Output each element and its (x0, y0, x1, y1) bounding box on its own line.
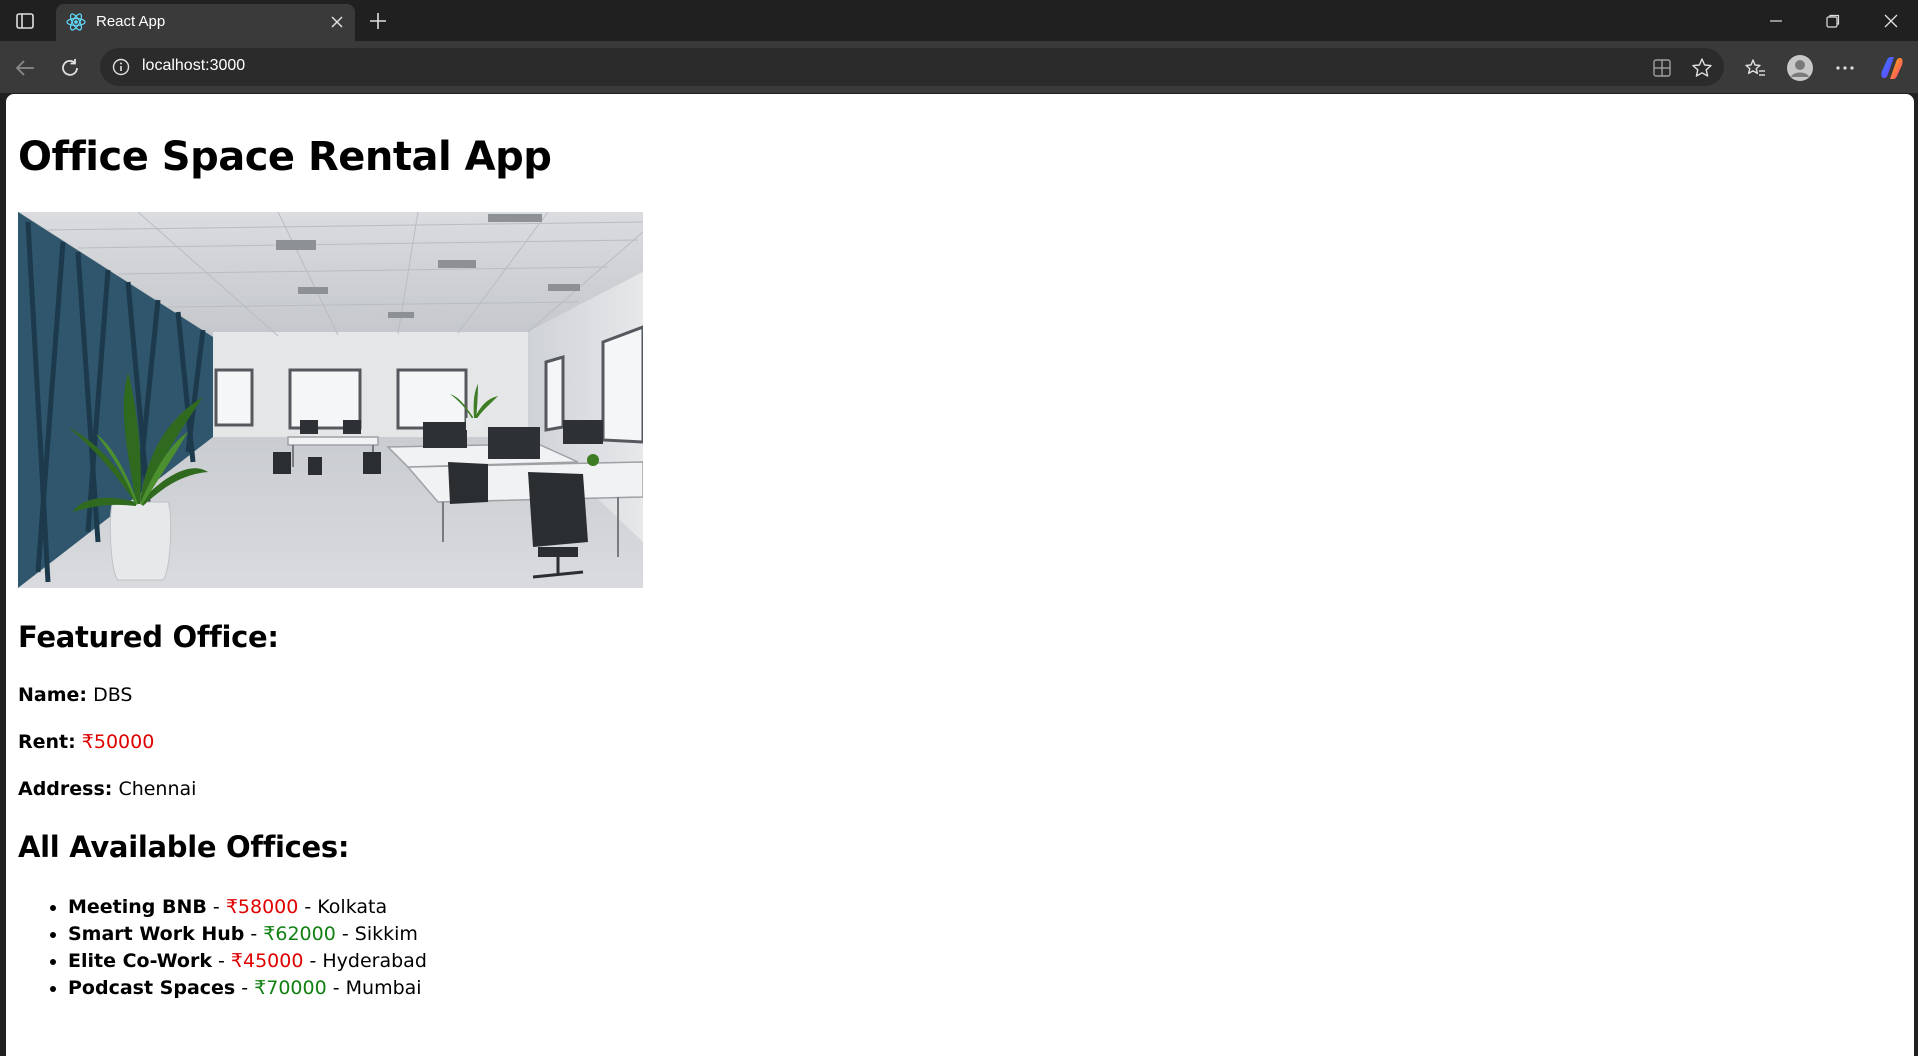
featured-name: DBS (93, 684, 133, 706)
list-item: Smart Work Hub - ₹62000 - Sikkim (68, 921, 427, 948)
separator: - (206, 896, 226, 918)
office-rent: ₹45000 (230, 950, 304, 972)
separator: - (303, 950, 323, 972)
favorite-star-icon[interactable] (1690, 56, 1714, 80)
react-logo-icon (66, 12, 86, 32)
featured-address: Chennai (118, 778, 197, 800)
office-city: Kolkata (317, 896, 388, 918)
url-text[interactable]: localhost:3000 (142, 57, 245, 75)
office-rent: ₹70000 (254, 977, 327, 999)
list-item: Meeting BNB - ₹58000 - Kolkata (68, 894, 427, 921)
new-tab-icon[interactable] (365, 8, 391, 34)
separator: - (326, 977, 346, 999)
list-item: Elite Co-Work - ₹45000 - Hyderabad (68, 948, 427, 975)
featured-name-row: Name: DBS (18, 684, 132, 706)
favorites-icon[interactable] (1740, 53, 1770, 83)
close-tab-icon[interactable] (327, 12, 347, 32)
separator: - (335, 923, 355, 945)
office-list: Meeting BNB - ₹58000 - Kolkata Smart Wor… (18, 894, 427, 1002)
rent-label: Rent: (18, 731, 76, 753)
office-city: Mumbai (345, 977, 422, 999)
office-rent: ₹58000 (225, 896, 299, 918)
all-offices-heading: All Available Offices: (18, 830, 350, 864)
close-window-icon[interactable] (1871, 6, 1911, 36)
tab-title: React App (96, 13, 166, 30)
office-city: Sikkim (354, 923, 418, 945)
office-name: Elite Co-Work (68, 950, 212, 972)
office-rent: ₹62000 (263, 923, 336, 945)
browser-toolbar: localhost:3000 (0, 41, 1918, 93)
address-label: Address: (18, 778, 113, 800)
featured-heading: Featured Office: (18, 620, 279, 654)
separator: - (211, 950, 231, 972)
app-available-icon[interactable] (1650, 56, 1674, 80)
office-interior-photo (18, 212, 643, 588)
office-name: Podcast Spaces (68, 977, 236, 999)
featured-rent-row: Rent: ₹50000 (18, 731, 154, 753)
featured-rent: ₹50000 (81, 731, 155, 753)
office-city: Hyderabad (322, 950, 427, 972)
separator: - (244, 923, 264, 945)
page-viewport: Office Space Rental App Featured Office:… (6, 94, 1914, 1056)
profile-avatar-icon[interactable] (1785, 53, 1815, 83)
name-label: Name: (18, 684, 88, 706)
minimize-icon[interactable] (1756, 6, 1796, 36)
address-bar[interactable]: localhost:3000 (100, 48, 1724, 86)
back-arrow-icon[interactable] (10, 53, 40, 83)
more-options-icon[interactable] (1830, 53, 1860, 83)
office-name: Smart Work Hub (68, 923, 245, 945)
page-title: Office Space Rental App (18, 134, 552, 180)
separator: - (235, 977, 255, 999)
list-item: Podcast Spaces - ₹70000 - Mumbai (68, 975, 427, 1002)
featured-address-row: Address: Chennai (18, 778, 196, 800)
browser-tab-bar: React App (0, 0, 1918, 41)
copilot-icon[interactable] (1877, 53, 1907, 83)
site-info-icon[interactable] (112, 58, 130, 76)
reload-icon[interactable] (55, 53, 85, 83)
separator: - (298, 896, 318, 918)
browser-tab[interactable]: React App (56, 4, 355, 41)
sidebar-toggle-icon[interactable] (12, 9, 38, 33)
restore-icon[interactable] (1813, 6, 1853, 36)
office-name: Meeting BNB (68, 896, 207, 918)
